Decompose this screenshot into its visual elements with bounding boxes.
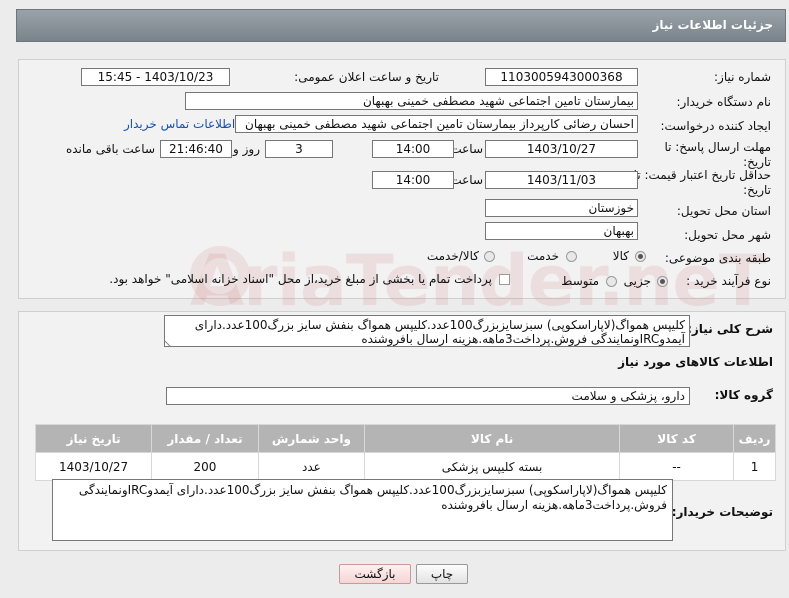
buyer-notes-textarea[interactable]: کلیپس همواگ(لاپاراسکوپی) سبزسایزبزرگ100ع… bbox=[52, 479, 673, 541]
city-label: شهر محل تحویل: bbox=[684, 228, 771, 242]
province-field: خوزستان bbox=[485, 199, 638, 217]
validity-date-field: 1403/11/03 bbox=[485, 171, 638, 189]
time-remaining-field: 21:46:40 bbox=[160, 140, 232, 158]
column-header-row-number: ردیف bbox=[733, 424, 776, 453]
deadline-date-field: 1403/10/27 bbox=[485, 140, 638, 158]
cell-unit: عدد bbox=[257, 452, 366, 481]
need-number-label: شماره نیاز: bbox=[714, 70, 771, 84]
description-label: شرح کلی نیاز: bbox=[687, 322, 773, 336]
cell-quantity: 200 bbox=[151, 452, 259, 481]
column-header-name: نام کالا bbox=[364, 424, 621, 453]
validity-label-date: تاریخ: bbox=[743, 183, 771, 197]
category-radio-goods-service[interactable] bbox=[484, 251, 495, 262]
category-option-goods: کالا bbox=[612, 249, 629, 263]
category-radio-goods[interactable] bbox=[635, 251, 646, 262]
category-label: طبقه بندی موضوعی: bbox=[664, 251, 771, 265]
column-header-unit: واحد شمارش bbox=[257, 424, 366, 453]
deadline-label-date: تاریخ: bbox=[743, 155, 771, 169]
deadline-time-field: 14:00 bbox=[372, 140, 454, 158]
goods-group-field: دارو، پزشکی و سلامت bbox=[166, 387, 690, 405]
column-header-date: تاریخ نیاز bbox=[34, 424, 153, 453]
process-radio-medium[interactable] bbox=[606, 276, 617, 287]
cell-row-number: 1 bbox=[733, 452, 776, 481]
table-header-row: ردیف کد کالا نام کالا واحد شمارش تعداد /… bbox=[34, 424, 776, 453]
buyer-field: بیمارستان تامین اجتماعی شهید مصطفی خمینی… bbox=[185, 92, 638, 110]
creator-field: احسان رضائی کارپرداز بیمارستان تامین اجت… bbox=[235, 115, 638, 133]
process-option-minor: جزیی bbox=[623, 274, 651, 288]
process-option-medium: متوسط bbox=[561, 274, 599, 288]
treasury-payment-checkbox[interactable] bbox=[499, 274, 510, 285]
validity-label: حداقل تاریخ اعتبار قیمت: تا bbox=[633, 168, 771, 182]
creator-label: ایجاد کننده درخواست: bbox=[660, 119, 771, 133]
province-label: استان محل تحویل: bbox=[676, 204, 771, 218]
process-label: نوع فرآیند خرید : bbox=[686, 274, 771, 288]
deadline-label: مهلت ارسال پاسخ: تا bbox=[664, 140, 771, 154]
city-field: بهبهان bbox=[485, 222, 638, 240]
announce-label: تاریخ و ساعت اعلان عمومی: bbox=[294, 70, 439, 84]
back-button[interactable]: بازگشت bbox=[339, 564, 411, 584]
category-option-service: خدمت bbox=[527, 249, 559, 263]
goods-table: ردیف کد کالا نام کالا واحد شمارش تعداد /… bbox=[34, 424, 776, 481]
deadline-time-label: ساعت bbox=[450, 142, 483, 156]
column-header-code: کد کالا bbox=[619, 424, 735, 453]
category-radio-service[interactable] bbox=[566, 251, 577, 262]
contact-buyer-link[interactable]: اطلاعات تماس خریدار bbox=[124, 117, 235, 131]
page-title: جزئیات اطلاعات نیاز bbox=[652, 18, 773, 32]
table-row: 1 -- بسته کلیپس پزشکی عدد 200 1403/10/27 bbox=[34, 452, 776, 481]
page-header: جزئیات اطلاعات نیاز bbox=[16, 9, 786, 42]
description-textarea[interactable]: کلیپس همواگ(لاپاراسکوپی) سبزسایزبزرگ100ع… bbox=[164, 315, 690, 347]
days-label: روز و bbox=[233, 142, 260, 156]
treasury-payment-note: پرداخت تمام یا بخشی از مبلغ خرید،از محل … bbox=[109, 272, 492, 286]
column-header-quantity: تعداد / مقدار bbox=[151, 424, 259, 453]
announce-datetime-field: 1403/10/23 - 15:45 bbox=[81, 68, 230, 86]
cell-name: بسته کلیپس پزشکی bbox=[364, 452, 621, 481]
buyer-label: نام دستگاه خریدار: bbox=[676, 95, 772, 109]
print-button[interactable]: چاپ bbox=[416, 564, 468, 584]
category-option-goods-service: کالا/خدمت bbox=[426, 249, 479, 263]
cell-date: 1403/10/27 bbox=[34, 452, 153, 481]
goods-group-label: گروه کالا: bbox=[714, 388, 773, 402]
validity-time-label: ساعت bbox=[450, 173, 483, 187]
buyer-notes-label: توضیحات خریدار: bbox=[671, 505, 773, 519]
process-radio-minor[interactable] bbox=[657, 276, 668, 287]
time-remaining-label: ساعت باقی مانده bbox=[65, 142, 155, 156]
goods-section-title: اطلاعات کالاهای مورد نیاز bbox=[618, 355, 773, 369]
need-number-field: 1103005943000368 bbox=[485, 68, 638, 86]
cell-code: -- bbox=[619, 452, 735, 481]
days-remaining-field: 3 bbox=[265, 140, 333, 158]
validity-time-field: 14:00 bbox=[372, 171, 454, 189]
